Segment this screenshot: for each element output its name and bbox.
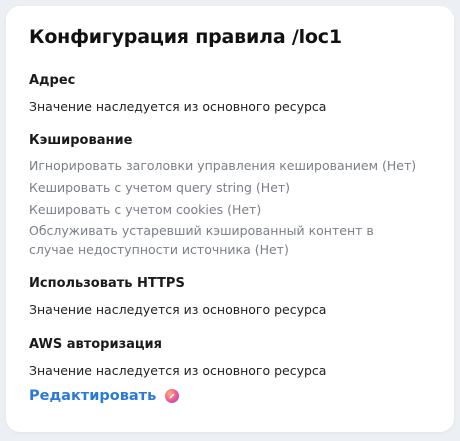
caching-item-query-string: Кешировать с учетом query string (Нет)	[29, 180, 291, 195]
caching-heading: Кэширование	[29, 133, 133, 148]
rule-config-card: Конфигурация правила /loc1 Адрес Значени…	[6, 6, 454, 432]
edit-button-label: Редактировать	[29, 388, 157, 404]
edit-button[interactable]: Редактировать	[29, 388, 180, 404]
address-heading: Адрес	[29, 73, 76, 88]
caching-item-cookies: Кешировать с учетом cookies (Нет)	[29, 202, 262, 217]
caching-item-stale-content: Обслуживать устаревший кэшированный конт…	[29, 223, 374, 257]
edit-gradient-icon	[165, 389, 180, 403]
https-heading: Использовать HTTPS	[29, 276, 185, 291]
https-value: Значение наследуется из основного ресурс…	[29, 302, 327, 317]
address-value: Значение наследуется из основного ресурс…	[29, 99, 327, 114]
aws-value: Значение наследуется из основного ресурс…	[29, 363, 327, 378]
page-title: Конфигурация правила /loc1	[29, 26, 342, 48]
caching-item-ignore-headers: Игнорировать заголовки управления кеширо…	[29, 158, 417, 173]
aws-heading: AWS авторизация	[29, 337, 163, 352]
